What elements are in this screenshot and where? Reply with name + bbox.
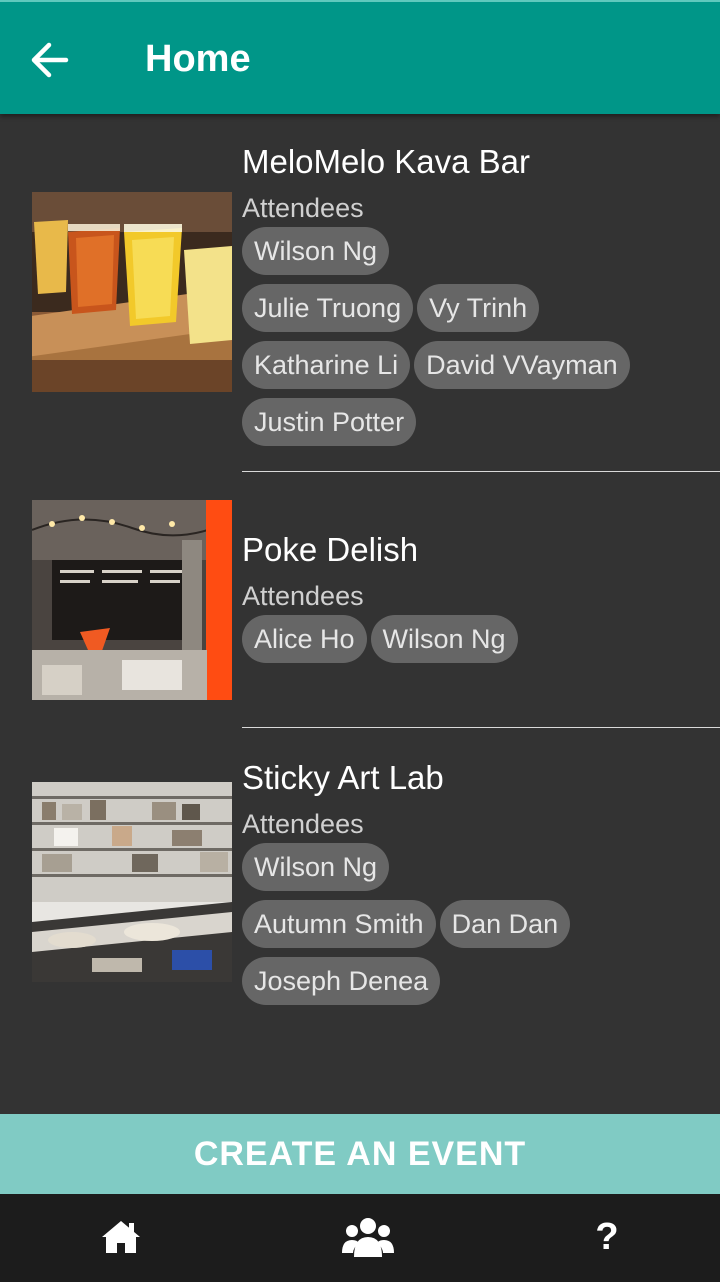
attendee-chip[interactable]: Autumn Smith xyxy=(242,900,436,948)
attendees-label: Attendees xyxy=(242,809,364,839)
attendee-chips: Wilson Ng Autumn Smith Dan Dan Joseph De… xyxy=(242,840,702,1011)
nav-home-button[interactable] xyxy=(91,1212,151,1262)
event-name: Sticky Art Lab xyxy=(242,759,444,796)
attendee-chip[interactable]: Katharine Li xyxy=(242,341,411,389)
event-name: MeloMelo Kava Bar xyxy=(242,143,530,180)
attendees-label: Attendees xyxy=(242,581,364,611)
attendee-chip[interactable]: Vy Trinh xyxy=(417,284,540,332)
page-title: Home xyxy=(145,38,251,80)
event-image xyxy=(32,192,232,392)
attendee-chip[interactable]: David VVayman xyxy=(414,341,630,389)
attendees-label: Attendees xyxy=(242,193,364,223)
event-info: MeloMelo Kava Bar Attendees Wilson Ng Ju… xyxy=(242,142,720,452)
group-icon xyxy=(342,1218,394,1257)
event-card-sticky-art-lab[interactable]: Sticky Art Lab Attendees Wilson Ng Autum… xyxy=(0,728,720,1018)
attendee-chip[interactable]: Wilson Ng xyxy=(370,615,518,663)
nav-help-button[interactable]: ? xyxy=(577,1212,637,1262)
attendee-chip[interactable]: Julie Truong xyxy=(242,284,414,332)
event-card-melomelo[interactable]: MeloMelo Kava Bar Attendees Wilson Ng Ju… xyxy=(0,114,720,472)
app-bar: Home xyxy=(0,0,720,114)
arrow-left-icon xyxy=(31,42,69,78)
attendee-chip[interactable]: Wilson Ng xyxy=(242,227,390,275)
attendee-chip[interactable]: Justin Potter xyxy=(242,398,417,446)
attendee-chips: Wilson Ng Julie Truong Vy Trinh Katharin… xyxy=(242,224,702,452)
home-icon xyxy=(102,1221,140,1253)
help-icon: ? xyxy=(595,1215,619,1258)
create-event-button[interactable]: CREATE AN EVENT xyxy=(0,1114,720,1194)
event-info: Sticky Art Lab Attendees Wilson Ng Autum… xyxy=(242,758,720,1011)
back-button[interactable] xyxy=(22,36,76,84)
attendee-chip[interactable]: Alice Ho xyxy=(242,615,367,663)
attendee-chip[interactable]: Wilson Ng xyxy=(242,843,390,891)
event-image xyxy=(32,500,232,700)
attendee-chip[interactable]: Dan Dan xyxy=(439,900,571,948)
bottom-nav: ? xyxy=(0,1194,720,1282)
event-info: Poke Delish Attendees Alice Ho Wilson Ng xyxy=(242,530,720,669)
app-screen: Home MeloMelo Kava Bar Attendees Wilson … xyxy=(0,0,720,1282)
event-card-poke-delish[interactable]: Poke Delish Attendees Alice Ho Wilson Ng xyxy=(0,472,720,727)
attendee-chips: Alice Ho Wilson Ng xyxy=(242,612,702,669)
nav-group-button[interactable] xyxy=(338,1212,398,1262)
event-image xyxy=(32,782,232,982)
event-name: Poke Delish xyxy=(242,531,419,568)
attendee-chip[interactable]: Joseph Denea xyxy=(242,957,441,1005)
